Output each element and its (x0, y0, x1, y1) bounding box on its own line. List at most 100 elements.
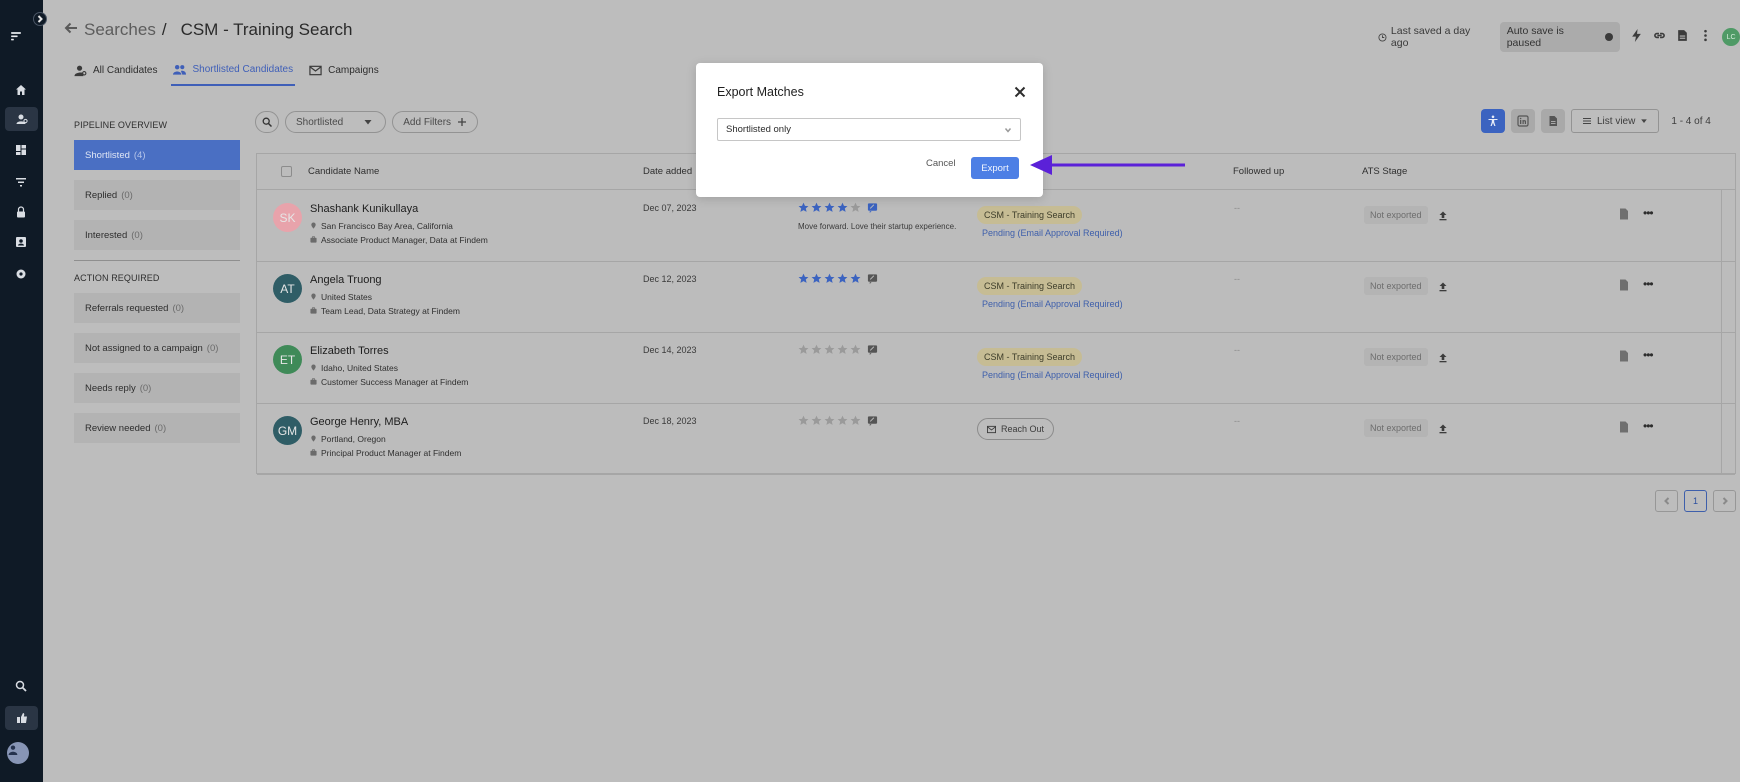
candidate-name[interactable]: George Henry, MBA (310, 416, 408, 428)
back-arrow-icon[interactable] (64, 20, 78, 40)
candidate-name[interactable]: Shashank Kunikullaya (310, 203, 418, 215)
star-icon[interactable] (811, 344, 822, 355)
document-icon[interactable] (1676, 29, 1689, 45)
note-icon[interactable] (867, 344, 878, 355)
campaign-badge[interactable]: CSM - Training Search (977, 348, 1083, 366)
table-scrollbar[interactable] (1721, 190, 1735, 475)
star-icon[interactable] (837, 202, 848, 213)
cancel-button[interactable]: Cancel (926, 158, 956, 169)
upload-icon[interactable] (1438, 279, 1448, 297)
candidates-search-icon[interactable] (5, 107, 38, 131)
resume-document-icon[interactable] (1619, 278, 1629, 296)
column-candidate-name[interactable]: Candidate Name (308, 166, 379, 177)
candidate-name[interactable]: Angela Truong (310, 274, 382, 286)
search-button[interactable] (255, 111, 279, 133)
table-row[interactable]: AT Angela Truong United States Team Lead, D… (257, 262, 1735, 333)
tab-shortlisted-candidates[interactable]: Shortlisted Candidates (171, 63, 296, 86)
column-date-added[interactable]: Date added (643, 166, 692, 177)
export-button[interactable]: Export (971, 157, 1019, 179)
next-page-button[interactable] (1713, 490, 1736, 512)
table-row[interactable]: ET Elizabeth Torres Idaho, United States Cu… (257, 333, 1735, 404)
note-icon[interactable] (867, 202, 878, 213)
linkedin-button[interactable] (1511, 109, 1535, 133)
close-icon[interactable] (1014, 85, 1026, 98)
list-view-dropdown[interactable]: List view (1571, 109, 1660, 133)
star-icon[interactable] (837, 415, 848, 426)
action-item-referrals[interactable]: Referrals requested (0) (74, 293, 240, 323)
tab-all-candidates[interactable]: All Candidates (74, 63, 157, 86)
table-row[interactable]: SK Shashank Kunikullaya San Francisco Bay … (257, 191, 1735, 262)
note-icon[interactable] (867, 273, 878, 284)
more-options-icon[interactable]: ••• (1643, 419, 1654, 433)
column-ats-stage[interactable]: ATS Stage (1362, 166, 1407, 177)
star-icon[interactable] (850, 344, 861, 355)
upload-icon[interactable] (1438, 421, 1448, 439)
resume-document-icon[interactable] (1619, 207, 1629, 225)
campaign-status-link[interactable]: Pending (Email Approval Required) (982, 228, 1123, 238)
star-icon[interactable] (824, 415, 835, 426)
star-icon[interactable] (850, 415, 861, 426)
user-avatar[interactable] (7, 742, 29, 764)
campaign-status-link[interactable]: Pending (Email Approval Required) (982, 299, 1123, 309)
resume-document-icon[interactable] (1619, 349, 1629, 367)
contact-card-icon[interactable] (11, 232, 31, 252)
more-vertical-icon[interactable] (1699, 29, 1712, 45)
avatar[interactable]: SK (273, 203, 302, 232)
pipeline-item-replied[interactable]: Replied (0) (74, 180, 240, 210)
breadcrumb-searches[interactable]: Searches (84, 20, 156, 40)
add-filters-button[interactable]: Add Filters (392, 111, 479, 133)
rating-stars[interactable] (798, 415, 878, 426)
star-icon[interactable] (824, 273, 835, 284)
avatar[interactable]: AT (273, 274, 302, 303)
star-icon[interactable] (824, 202, 835, 213)
star-icon[interactable] (798, 202, 809, 213)
star-icon[interactable] (798, 415, 809, 426)
collapse-nav-button[interactable] (33, 12, 47, 26)
candidate-name[interactable]: Elizabeth Torres (310, 345, 389, 357)
export-document-button[interactable] (1541, 109, 1565, 133)
feedback-icon[interactable] (5, 706, 38, 730)
page-number-button[interactable]: 1 (1684, 490, 1707, 512)
star-icon[interactable] (837, 344, 848, 355)
campaign-badge[interactable]: CSM - Training Search (977, 277, 1083, 295)
search-icon[interactable] (11, 676, 31, 696)
accessibility-button[interactable] (1481, 109, 1505, 133)
resume-document-icon[interactable] (1619, 420, 1629, 438)
campaign-status-link[interactable]: Pending (Email Approval Required) (982, 370, 1123, 380)
lightning-icon[interactable] (1630, 29, 1643, 45)
home-icon[interactable] (11, 80, 31, 100)
star-icon[interactable] (811, 202, 822, 213)
star-icon[interactable] (837, 273, 848, 284)
filter-icon[interactable] (11, 172, 31, 192)
rating-stars[interactable] (798, 202, 878, 213)
avatar[interactable]: GM (273, 416, 302, 445)
pipeline-item-interested[interactable]: Interested (0) (74, 220, 240, 250)
export-scope-select[interactable]: Shortlisted only (717, 118, 1021, 141)
table-row[interactable]: GM George Henry, MBA Portland, Oregon Princ… (257, 404, 1735, 475)
prev-page-button[interactable] (1655, 490, 1678, 512)
dashboard-icon[interactable] (11, 140, 31, 160)
action-item-review-needed[interactable]: Review needed (0) (74, 413, 240, 443)
rating-stars[interactable] (798, 344, 878, 355)
star-icon[interactable] (811, 415, 822, 426)
link-icon[interactable] (1653, 29, 1666, 45)
user-initials-avatar[interactable]: LC (1722, 28, 1740, 46)
action-item-not-assigned[interactable]: Not assigned to a campaign (0) (74, 333, 240, 363)
lock-icon[interactable] (11, 202, 31, 222)
pipeline-item-shortlisted[interactable]: Shortlisted (4) (74, 140, 240, 170)
rating-stars[interactable] (798, 273, 878, 284)
star-icon[interactable] (811, 273, 822, 284)
settings-icon[interactable] (11, 264, 31, 284)
shortlisted-filter-dropdown[interactable]: Shortlisted (285, 111, 387, 133)
note-icon[interactable] (867, 415, 878, 426)
more-options-icon[interactable]: ••• (1643, 277, 1654, 291)
avatar[interactable]: ET (273, 345, 302, 374)
star-icon[interactable] (824, 344, 835, 355)
star-icon[interactable] (798, 273, 809, 284)
reach-out-button[interactable]: Reach Out (977, 418, 1055, 440)
autosave-status-badge[interactable]: Auto save is paused (1499, 22, 1621, 52)
select-all-checkbox[interactable] (281, 166, 292, 177)
star-icon[interactable] (798, 344, 809, 355)
column-followed-up[interactable]: Followed up (1233, 166, 1284, 177)
app-logo[interactable] (10, 30, 22, 42)
